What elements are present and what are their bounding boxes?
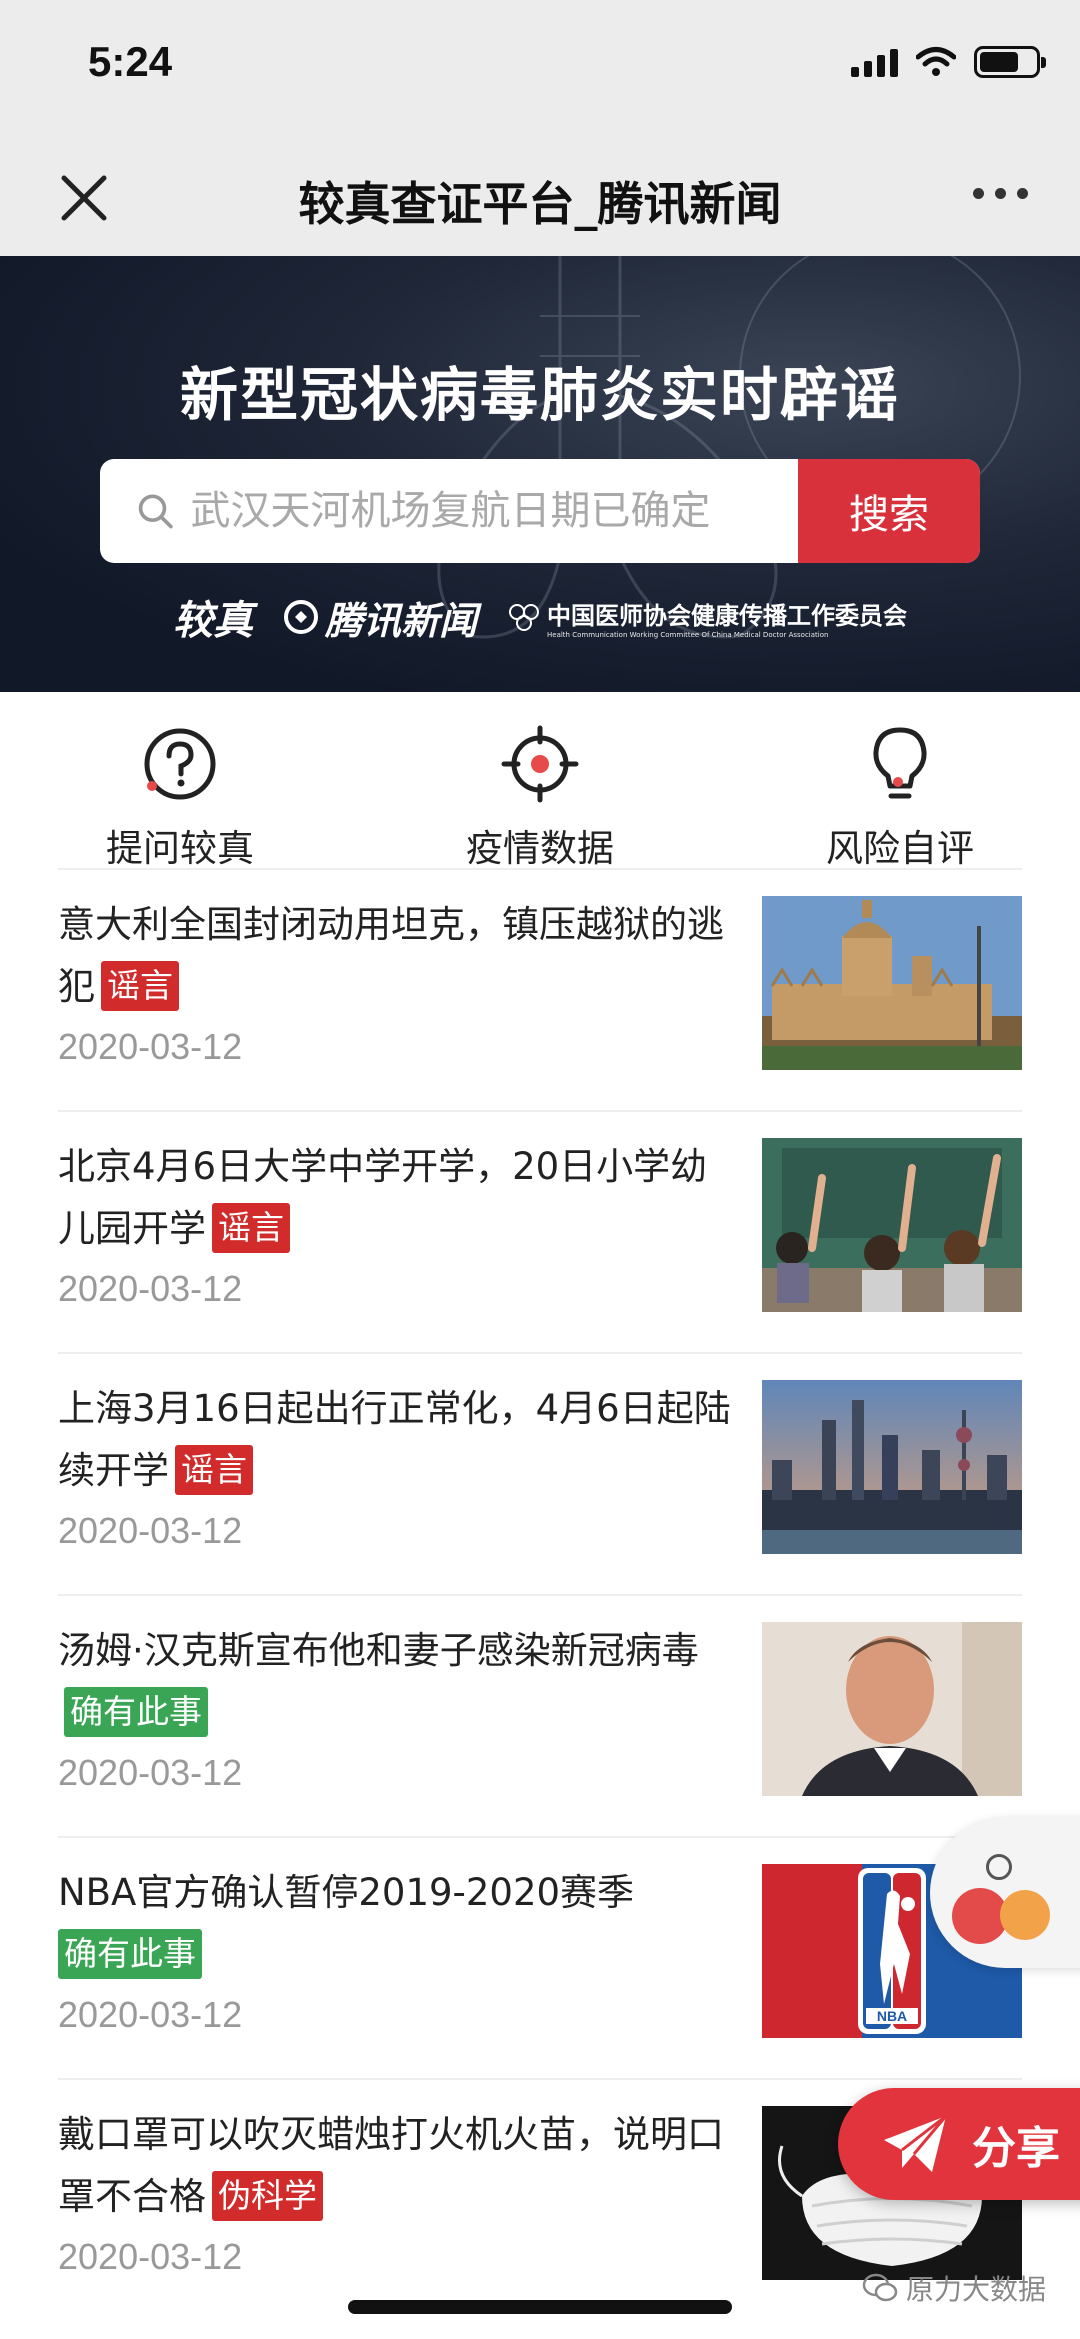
news-item[interactable]: 意大利全国封闭动用坦克，镇压越狱的逃犯 谣言 2020-03-12 [58,868,1022,1110]
banner-title: 新型冠状病毒肺炎实时辟谣 [179,361,900,429]
hero-banner: 新型冠状病毒肺炎实时辟谣 搜索 较真 腾讯新闻 中 [0,256,1080,692]
tag-rumor: 谣言 [101,961,179,1011]
association-name: 中国医师协会健康传播工作委员会 [547,601,907,630]
action-label: 风险自评 [826,827,974,870]
news-thumbnail [762,1138,1022,1312]
battery-icon [974,46,1046,78]
portrait-photo [762,1622,1022,1796]
news-date: 2020-03-12 [58,1752,243,1793]
question-icon [144,728,216,800]
news-item[interactable]: 北京4月6日大学中学开学，20日小学幼儿园开学 谣言 2020-03-12 [58,1110,1022,1352]
search-button[interactable]: 搜索 [798,459,980,563]
wechat-icon [862,2273,898,2302]
shanghai-skyline-photo [762,1380,1022,1554]
news-title: 北京4月6日大学中学开学，20日小学幼儿园开学 谣言 [58,1136,738,1260]
action-ask-jiaozhen[interactable]: 提问较真 [80,724,280,872]
svg-text:NBA: NBA [877,2008,907,2024]
timer-icon [986,1854,1012,1880]
news-title: NBA官方确认暂停2019-2020赛季确有此事 [58,1862,738,1986]
status-bar: 5:24 [0,0,1080,140]
news-thumbnail [762,896,1022,1070]
tencent-news-icon [283,600,318,634]
tag-rumor: 谣言 [175,1445,253,1495]
signal-icon [851,47,898,77]
association-name-en: Health Communication Working Committee O… [547,630,829,639]
share-button[interactable]: 分享 [838,2088,1080,2200]
action-epidemic-data[interactable]: 疫情数据 [440,724,640,872]
news-title: 上海3月16日起出行正常化，4月6日起陆续开学 谣言 [58,1378,738,1502]
tag-rumor: 谣言 [212,1203,290,1253]
home-indicator[interactable] [348,2300,732,2314]
action-label: 提问较真 [106,827,254,870]
watermark-text: 原力大数据 [905,2273,1046,2306]
news-item[interactable]: 汤姆·汉克斯宣布他和妻子感染新冠病毒确有此事 2020-03-12 [58,1594,1022,1836]
more-options-icon[interactable] [973,188,1028,199]
news-thumbnail [762,1380,1022,1554]
news-date: 2020-03-12 [58,1026,243,1067]
news-title: 意大利全国封闭动用坦克，镇压越狱的逃犯 谣言 [58,894,738,1018]
share-label: 分享 [972,2123,1060,2174]
lightbulb-icon [873,727,927,799]
news-thumbnail [762,1622,1022,1796]
news-title: 戴口罩可以吹灭蜡烛打火机火苗，说明口罩不合格 伪科学 [58,2104,738,2228]
status-icons [851,46,1046,78]
paper-plane-icon [884,2114,948,2172]
status-time: 5:24 [88,38,173,85]
action-label: 疫情数据 [466,827,614,870]
search-field-wrap[interactable] [100,459,798,563]
partner-logos: 较真 腾讯新闻 中国医师协会健康传播工作委员会 Health Communica… [0,588,1080,646]
fruit-icon [1000,1890,1050,1940]
news-date: 2020-03-12 [58,1510,243,1551]
news-item[interactable]: 上海3月16日起出行正常化，4月6日起陆续开学 谣言 2020-03-12 [58,1352,1022,1594]
doctor-association-logo: 中国医师协会健康传播工作委员会 Health Communication Wor… [507,596,907,639]
news-date: 2020-03-12 [58,2236,243,2277]
floating-widget[interactable] [930,1818,1080,1968]
news-title: 汤姆·汉克斯宣布他和妻子感染新冠病毒确有此事 [58,1620,738,1744]
jiaozhen-logo: 较真 [172,598,253,644]
action-risk-assessment[interactable]: 风险自评 [800,724,1000,872]
target-icon [501,725,579,803]
watermark: 原力大数据 [862,2268,1046,2308]
tencent-news-logo: 腾讯新闻 [283,590,477,645]
association-emblem-icon [509,604,539,631]
classroom-photo [762,1138,1022,1312]
search-icon [138,494,173,529]
search-input[interactable] [190,488,798,534]
cathedral-photo [762,896,1022,1070]
news-item[interactable]: NBA官方确认暂停2019-2020赛季确有此事 2020-03-12 NBA [58,1836,1022,2078]
wifi-icon [916,47,956,76]
tag-true: 确有此事 [58,1929,202,1979]
news-date: 2020-03-12 [58,1994,243,2035]
nav-bar: 较真查证平台_腾讯新闻 [0,140,1080,256]
quick-actions: 提问较真 疫情数据 风险自评 [0,692,1080,870]
tencent-news-label: 腾讯新闻 [324,598,477,643]
tag-pseudoscience: 伪科学 [212,2171,323,2221]
tag-true: 确有此事 [64,1687,208,1737]
page-title: 较真查证平台_腾讯新闻 [298,177,782,231]
news-date: 2020-03-12 [58,1268,243,1309]
search-box: 搜索 [100,459,980,563]
